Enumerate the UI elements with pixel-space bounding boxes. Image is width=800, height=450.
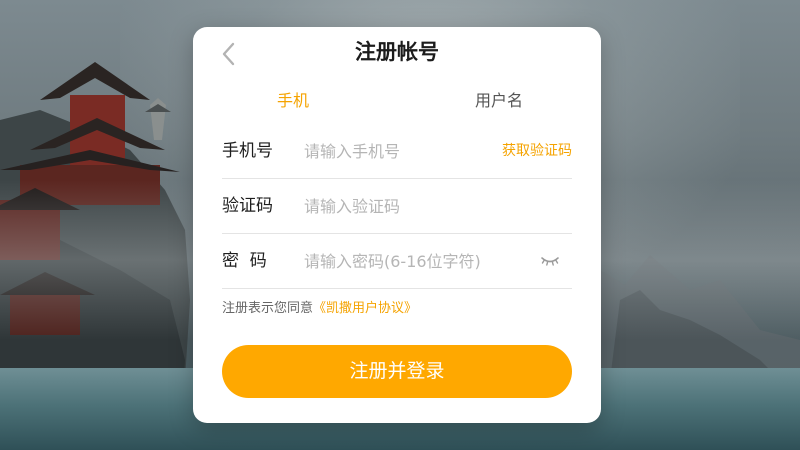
code-row: 验证码 [222, 179, 572, 234]
password-label: 密 码 [222, 251, 267, 271]
tab-username[interactable]: 用户名 [475, 89, 523, 113]
password-row: 密 码 [222, 234, 572, 289]
password-input[interactable] [304, 248, 534, 274]
user-agreement-link[interactable]: 《凯撒用户协议》 [313, 301, 417, 316]
phone-label: 手机号 [222, 141, 273, 161]
agreement-text: 注册表示您同意《凯撒用户协议》 [222, 299, 417, 319]
register-login-button[interactable]: 注册并登录 [222, 345, 572, 398]
pagoda-roof [145, 104, 171, 112]
code-label: 验证码 [222, 196, 273, 216]
phone-input[interactable] [304, 138, 494, 164]
agreement-prefix: 注册表示您同意 [222, 301, 314, 316]
background-scene: 注册帐号 手机 用户名 手机号 获取验证码 验证码 密 码 注册表示您同意《凯撒… [0, 0, 800, 450]
register-dialog: 注册帐号 手机 用户名 手机号 获取验证码 验证码 密 码 注册表示您同意《凯撒… [193, 27, 601, 423]
phone-row: 手机号 获取验证码 [222, 124, 572, 179]
tab-phone[interactable]: 手机 [277, 89, 309, 113]
eye-closed-icon[interactable] [540, 253, 560, 269]
get-code-button[interactable]: 获取验证码 [502, 140, 572, 162]
temple-roof-top [40, 62, 150, 100]
code-input[interactable] [304, 193, 494, 219]
dialog-title: 注册帐号 [355, 40, 439, 64]
